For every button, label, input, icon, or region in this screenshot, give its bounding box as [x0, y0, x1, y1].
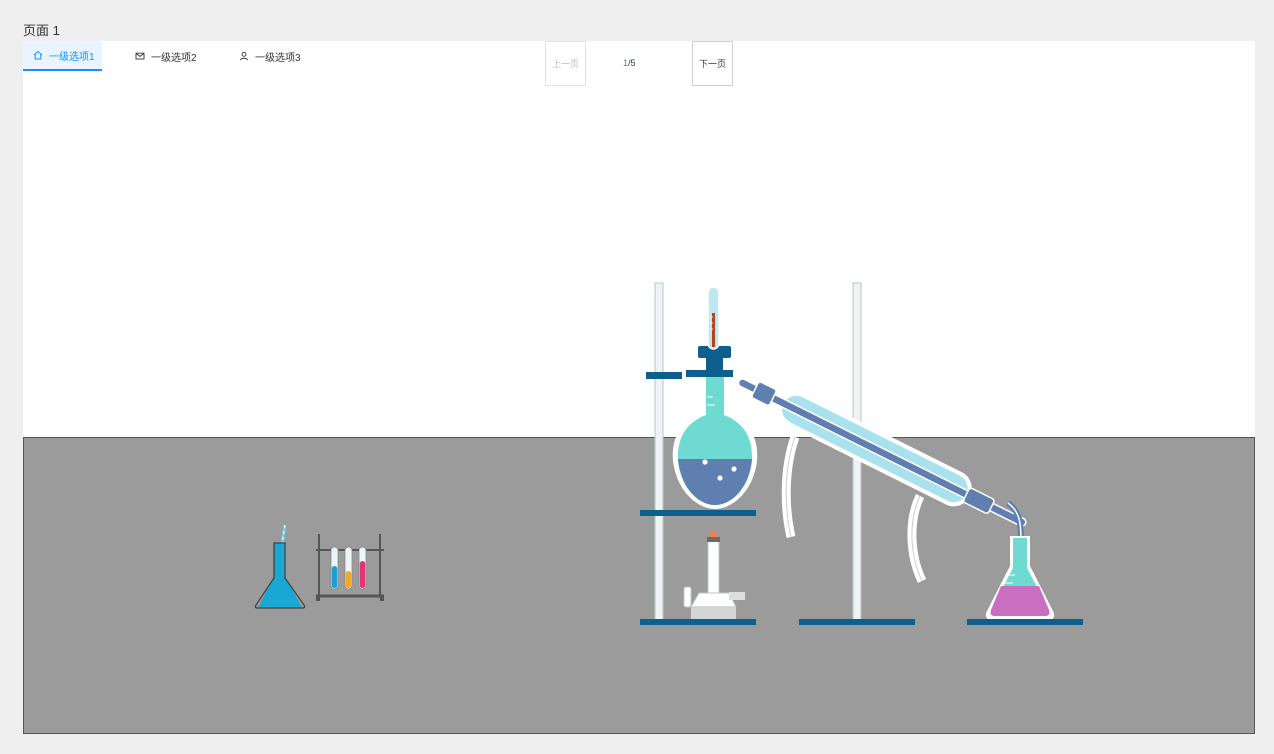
lab-scene	[254, 282, 1083, 625]
receiving-flask[interactable]	[967, 536, 1083, 625]
thermometer[interactable]	[707, 286, 720, 350]
page-label: 页面 1	[23, 23, 60, 38]
test-tube-rack[interactable]	[316, 534, 384, 601]
small-flask[interactable]	[254, 524, 306, 609]
round-bottom-flask[interactable]	[672, 346, 758, 509]
condenser[interactable]	[732, 367, 1033, 583]
bunsen-burner[interactable]	[683, 529, 745, 619]
stage-canvas: 一级选项1 一级选项2 一级选项3 上一页 1/5 下一页	[23, 41, 1255, 734]
